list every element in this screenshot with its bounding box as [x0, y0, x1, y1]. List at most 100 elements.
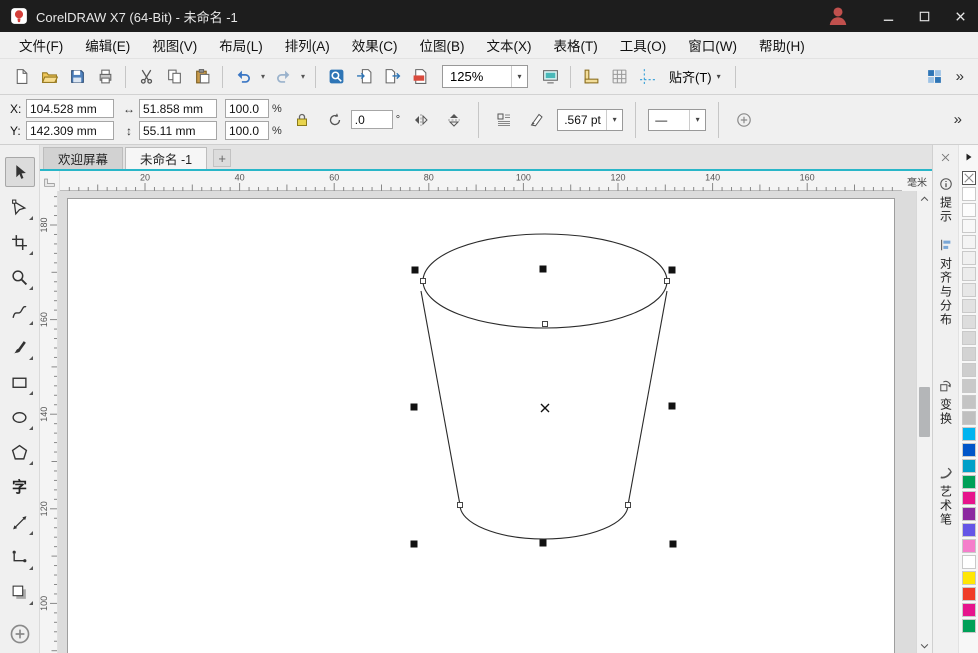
mirror-vertical-button[interactable]: [441, 107, 466, 132]
menu-layout[interactable]: 布局(L): [208, 31, 274, 59]
new-tab-button[interactable]: +: [213, 149, 231, 167]
outline-pen-button[interactable]: [524, 107, 549, 132]
swatch-c4c4c4[interactable]: [962, 395, 976, 409]
swatch-e6148c[interactable]: [962, 603, 976, 617]
close-button[interactable]: [942, 0, 978, 32]
new-document-button[interactable]: [8, 64, 34, 90]
curve-node[interactable]: [543, 322, 548, 327]
menu-effects[interactable]: 效果(C): [341, 31, 409, 59]
tab-welcome-screen[interactable]: 欢迎屏幕: [43, 147, 123, 169]
docker-tab-align-distribute[interactable]: 对齐与分布: [939, 238, 953, 327]
property-bar-overflow[interactable]: »: [948, 111, 968, 128]
menu-table[interactable]: 表格(T): [543, 31, 609, 59]
export-button[interactable]: [379, 64, 405, 90]
swatch-ececec[interactable]: [962, 267, 976, 281]
vertical-ruler[interactable]: 100120140160180: [40, 191, 58, 653]
selection-handle[interactable]: [412, 267, 419, 274]
swatch-ffffff[interactable]: [962, 555, 976, 569]
chevron-down-icon[interactable]: ▾: [606, 110, 622, 130]
swatch-f8f8f8[interactable]: [962, 219, 976, 233]
swatch-f03c28[interactable]: [962, 587, 976, 601]
selection-handle[interactable]: [670, 541, 677, 548]
fullscreen-preview-button[interactable]: [537, 64, 563, 90]
pick-tool[interactable]: [5, 157, 35, 187]
swatch-f0f0f0[interactable]: [962, 251, 976, 265]
swatch-6455e6[interactable]: [962, 523, 976, 537]
canvas[interactable]: [58, 191, 916, 653]
swatch-ffffff[interactable]: [962, 187, 976, 201]
scale-vertical-input[interactable]: [225, 121, 269, 140]
paste-button[interactable]: [189, 64, 215, 90]
curve-nodes[interactable]: [421, 279, 670, 508]
swatch-dddddd[interactable]: [962, 315, 976, 329]
wrap-text-button[interactable]: [491, 107, 516, 132]
swatch-fcfcfc[interactable]: [962, 203, 976, 217]
artistic-media-tool[interactable]: [5, 332, 35, 362]
rotation-angle-input[interactable]: [351, 110, 393, 129]
swatch-f57ecb[interactable]: [962, 539, 976, 553]
object-width-input[interactable]: [139, 99, 217, 118]
drop-shadow-tool[interactable]: [5, 577, 35, 607]
polygon-tool[interactable]: [5, 437, 35, 467]
docker-tab-hints[interactable]: 提示: [939, 177, 953, 224]
add-property-button[interactable]: [731, 107, 756, 132]
selection-handle[interactable]: [540, 266, 547, 273]
swatch-d8d8d8[interactable]: [962, 331, 976, 345]
text-tool[interactable]: 字: [5, 472, 35, 502]
swatch-bfbfbf[interactable]: [962, 411, 976, 425]
horizontal-ruler[interactable]: 20406080100120140160: [60, 171, 902, 191]
x-position-input[interactable]: [26, 99, 114, 118]
docker-tab-transform[interactable]: 变换: [939, 379, 953, 426]
curve-node[interactable]: [665, 279, 670, 284]
crop-tool[interactable]: [5, 227, 35, 257]
swatch-00a058[interactable]: [962, 475, 976, 489]
lock-ratio-button[interactable]: [290, 107, 315, 132]
chevron-down-icon[interactable]: ▾: [258, 72, 268, 81]
menu-arrange[interactable]: 排列(A): [274, 31, 341, 59]
options-button[interactable]: [922, 64, 948, 90]
tab-document-1[interactable]: 未命名 -1: [125, 147, 207, 169]
swatch-00a058[interactable]: [962, 619, 976, 633]
menu-view[interactable]: 视图(V): [141, 31, 208, 59]
add-tools-button[interactable]: [9, 623, 31, 645]
scroll-up-button[interactable]: [917, 192, 932, 206]
swatch-f4f4f4[interactable]: [962, 235, 976, 249]
cut-button[interactable]: [133, 64, 159, 90]
print-button[interactable]: [92, 64, 118, 90]
scrollbar-thumb[interactable]: [919, 387, 930, 437]
swatch-c9c9c9[interactable]: [962, 379, 976, 393]
menu-edit[interactable]: 编辑(E): [74, 31, 141, 59]
curve-node[interactable]: [421, 279, 426, 284]
outline-width-combo[interactable]: .567 pt ▾: [557, 109, 623, 131]
chevron-down-icon[interactable]: ▾: [298, 72, 308, 81]
cup-shape[interactable]: [421, 234, 667, 539]
vertical-scrollbar[interactable]: [916, 191, 932, 653]
chevron-down-icon[interactable]: ▾: [511, 66, 527, 87]
swatch-ffe605[interactable]: [962, 571, 976, 585]
swatch-no-color[interactable]: [962, 171, 976, 185]
menu-help[interactable]: 帮助(H): [748, 31, 816, 59]
show-rulers-button[interactable]: [578, 64, 604, 90]
swatch-d3d3d3[interactable]: [962, 347, 976, 361]
selection-handle[interactable]: [411, 404, 418, 411]
toolbar-overflow-button[interactable]: »: [950, 68, 970, 85]
rectangle-tool[interactable]: [5, 367, 35, 397]
swatch-e2e2e2[interactable]: [962, 299, 976, 313]
swatch-e6148c[interactable]: [962, 491, 976, 505]
save-document-button[interactable]: [64, 64, 90, 90]
publish-pdf-button[interactable]: [407, 64, 433, 90]
selection-handle[interactable]: [411, 541, 418, 548]
line-style-combo[interactable]: — ▾: [648, 109, 706, 131]
menu-file[interactable]: 文件(F): [8, 31, 74, 59]
palette-flyout-button[interactable]: [964, 145, 974, 169]
menu-bitmaps[interactable]: 位图(B): [409, 31, 476, 59]
swatch-cecece[interactable]: [962, 363, 976, 377]
user-account-icon[interactable]: [826, 4, 850, 28]
selection-center-mark[interactable]: [541, 404, 549, 412]
swatch-0055c8[interactable]: [962, 443, 976, 457]
redo-button[interactable]: [270, 64, 296, 90]
show-grid-button[interactable]: [606, 64, 632, 90]
connector-tool[interactable]: [5, 542, 35, 572]
swatch-8c28a0[interactable]: [962, 507, 976, 521]
curve-node[interactable]: [626, 503, 631, 508]
